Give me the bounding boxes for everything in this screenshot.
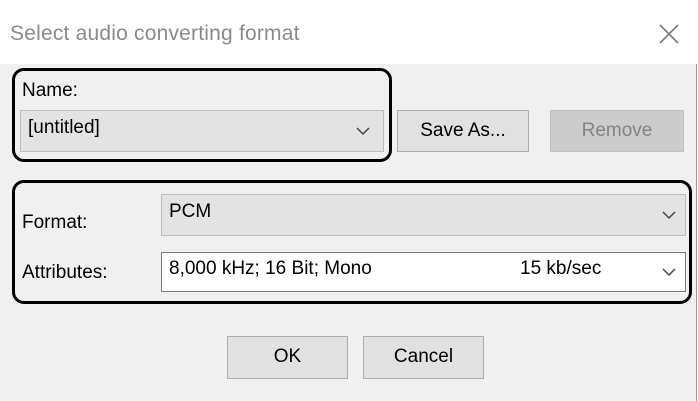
close-button[interactable] (655, 20, 683, 48)
save-as-button-label: Save As... (420, 120, 506, 141)
title-bar: Select audio converting format (0, 0, 697, 64)
close-icon (659, 24, 679, 44)
dialog-title: Select audio converting format (10, 22, 300, 45)
remove-button[interactable]: Remove (550, 110, 684, 152)
format-highlight-box (12, 180, 692, 304)
audio-format-dialog: Select audio converting format Name: [un… (0, 0, 697, 401)
name-highlight-box (12, 68, 392, 162)
cancel-button-label: Cancel (393, 346, 454, 367)
save-as-button[interactable]: Save As... (397, 110, 529, 152)
ok-button[interactable]: OK (227, 336, 348, 379)
ok-button-label: OK (273, 346, 302, 367)
cancel-button[interactable]: Cancel (363, 336, 484, 379)
remove-button-label: Remove (581, 120, 653, 141)
